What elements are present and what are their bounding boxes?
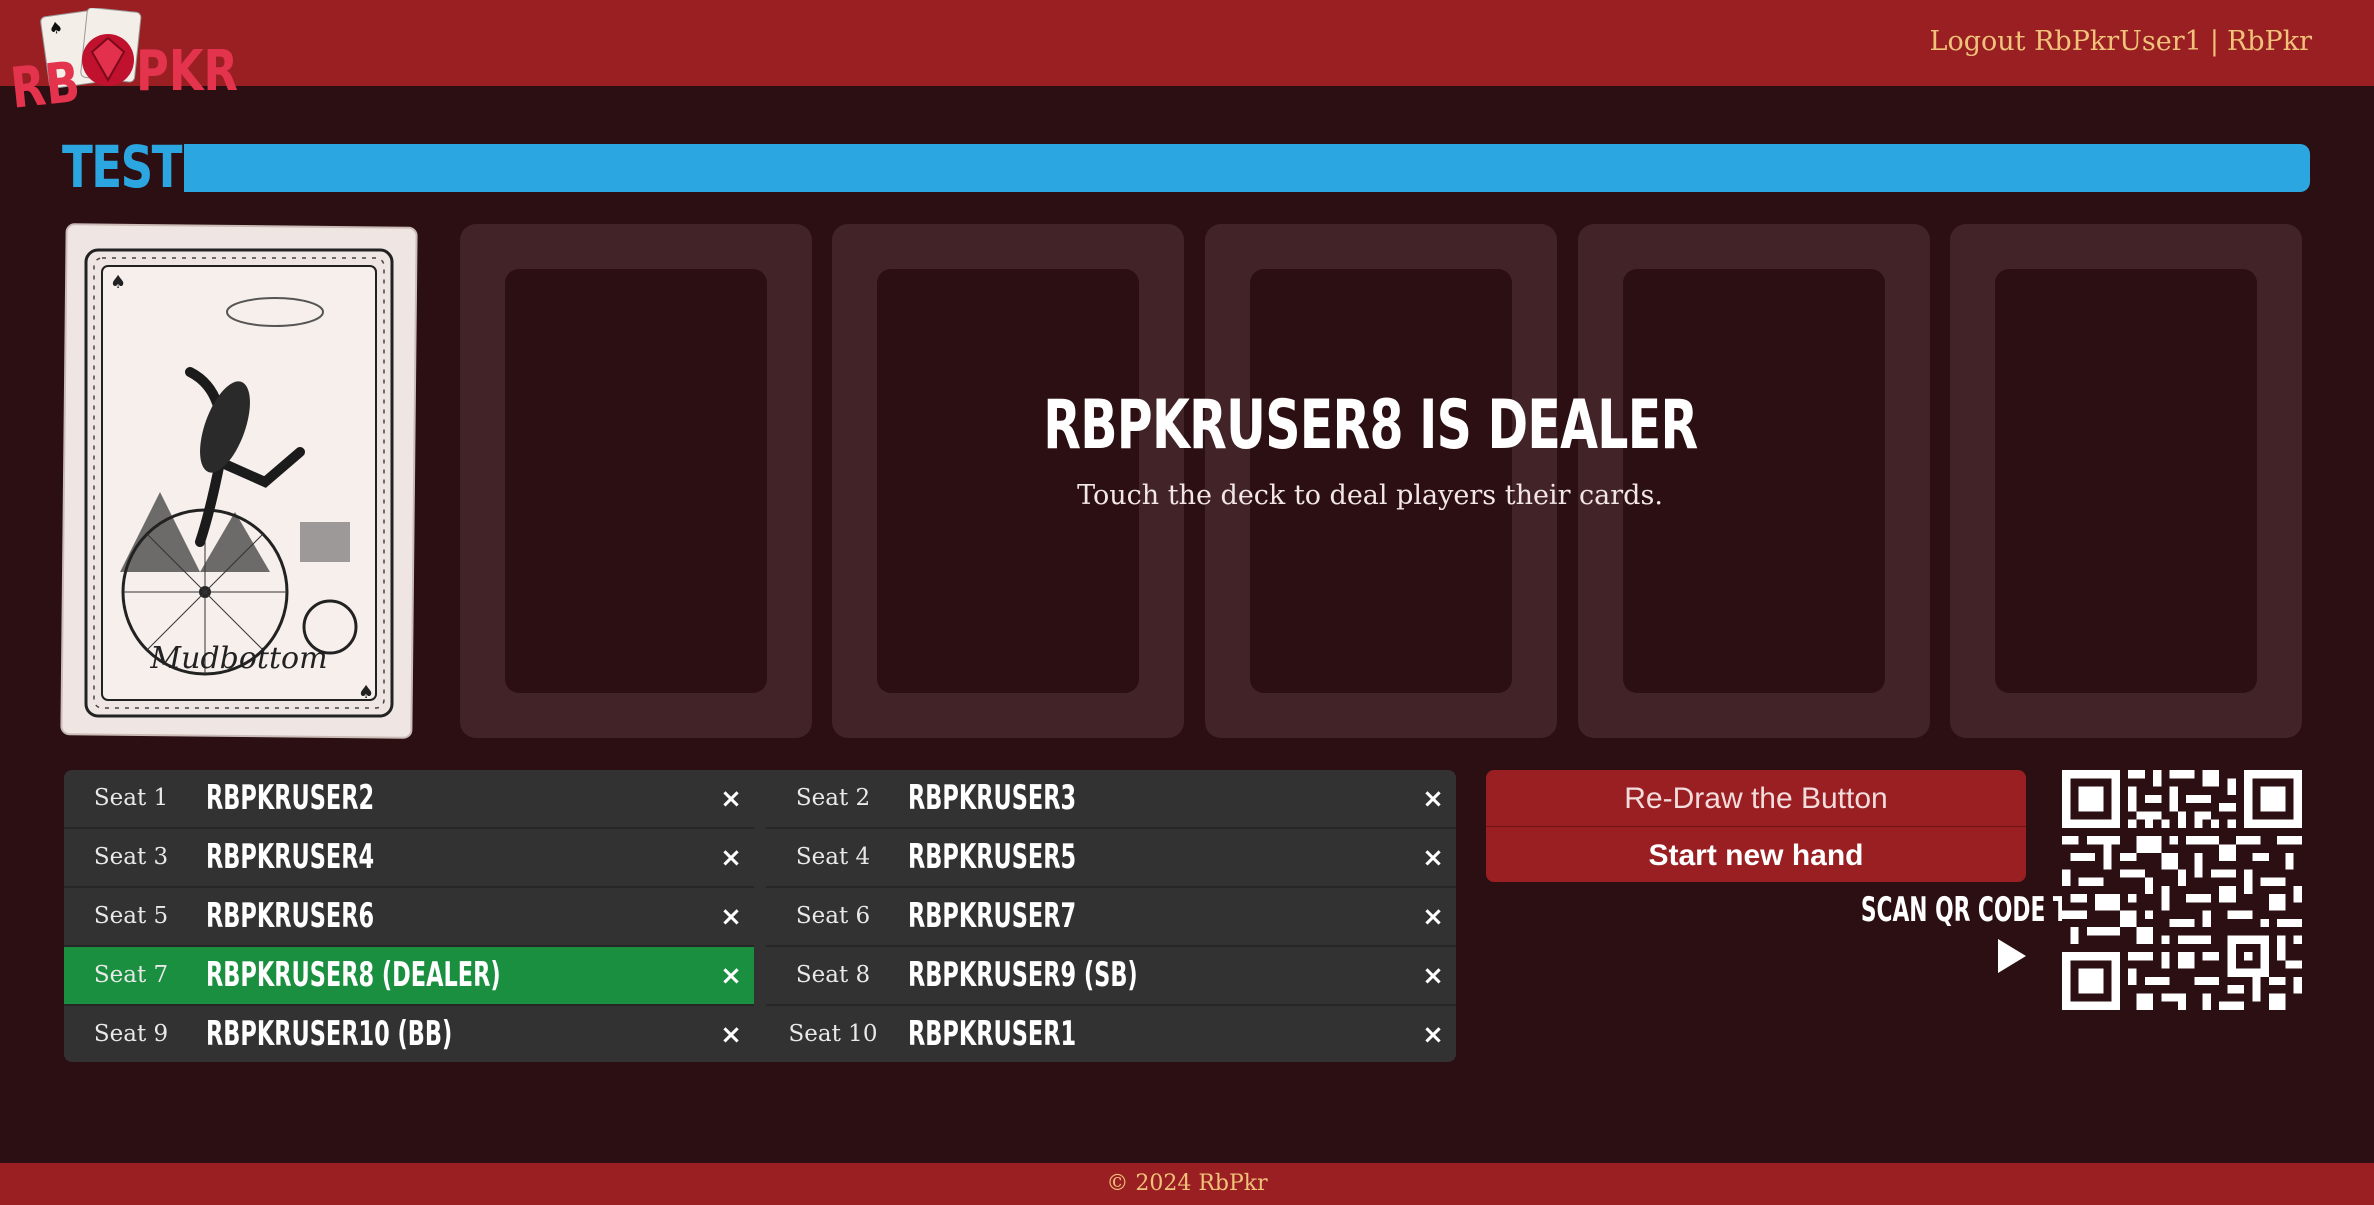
seat-list: Seat 1 RBPKRUSER2 × Seat 2 RBPKRUSER3 × …	[64, 770, 1456, 1062]
seat-row-1: Seat 1 RBPKRUSER2 ×	[64, 770, 754, 827]
join-qr-code	[2062, 770, 2302, 1010]
seat-row-6: Seat 6 RBPKRUSER7 ×	[766, 886, 1456, 945]
table-name: TEST	[62, 133, 183, 201]
dealer-message: RBPKRUSER8 IS DEALER Touch the deck to d…	[900, 386, 1840, 511]
seat-label: Seat 1	[93, 785, 169, 811]
title-bar	[184, 144, 2310, 192]
remove-player-icon[interactable]: ×	[718, 904, 744, 930]
seat-label: Seat 5	[93, 903, 169, 929]
deal-instruction: Touch the deck to deal players their car…	[1077, 480, 1663, 511]
seat-label: Seat 2	[795, 785, 871, 811]
header-bar: ♠ RB PKR Logout RbPkrUser1 | RbPkr	[0, 0, 2374, 118]
seat-label: Seat 4	[795, 844, 871, 870]
dealer-title: RBPKRUSER8 IS DEALER	[1042, 386, 1698, 465]
deck-caption: Mudbottom	[149, 641, 327, 676]
seat-label: Seat 10	[788, 1021, 878, 1047]
remove-player-icon[interactable]: ×	[718, 1022, 744, 1048]
seat-player-name: RBPKRUSER8 (DEALER)	[206, 955, 501, 995]
rbpkr-logo[interactable]: ♠ RB PKR	[8, 8, 238, 118]
card-slot-inner	[1995, 269, 2257, 693]
remove-player-icon[interactable]: ×	[1420, 904, 1446, 930]
seat-player-name: RBPKRUSER7	[908, 896, 1077, 936]
seat-row-3: Seat 3 RBPKRUSER4 ×	[64, 827, 754, 886]
seat-row-2: Seat 2 RBPKRUSER3 ×	[766, 770, 1456, 827]
seat-label: Seat 9	[93, 1021, 169, 1047]
seat-player-name: RBPKRUSER1	[908, 1014, 1077, 1054]
top-nav: Logout RbPkrUser1 | RbPkr	[1930, 26, 2312, 57]
scan-qr-label: SCAN QR CODE TO JOIN	[1700, 886, 2147, 973]
seat-label: Seat 7	[93, 962, 169, 988]
remove-player-icon[interactable]: ×	[718, 786, 744, 812]
svg-text:♠: ♠	[47, 17, 64, 38]
card-slot-inner	[505, 269, 767, 693]
remove-player-icon[interactable]: ×	[1420, 786, 1446, 812]
remove-player-icon[interactable]: ×	[1420, 1022, 1446, 1048]
logout-link[interactable]: Logout RbPkrUser1	[1930, 26, 2202, 57]
deck-card[interactable]: Mudbottom ♠ ♠	[60, 222, 418, 740]
seat-player-name: RBPKRUSER3	[908, 778, 1077, 818]
seat-row-8: Seat 8 RBPKRUSER9 (SB) ×	[766, 945, 1456, 1004]
table-title-row: TEST	[62, 138, 2312, 196]
seat-player-name: RBPKRUSER6	[206, 896, 375, 936]
seat-player-name: RBPKRUSER9 (SB)	[908, 955, 1138, 995]
card-slot-1	[460, 224, 812, 738]
svg-text:♠: ♠	[358, 682, 374, 703]
remove-player-icon[interactable]: ×	[718, 963, 744, 989]
redraw-button[interactable]: Re-Draw the Button	[1486, 770, 2026, 826]
seat-row-9: Seat 9 RBPKRUSER10 (BB) ×	[64, 1004, 754, 1062]
seat-player-name: RBPKRUSER2	[206, 778, 375, 818]
seat-row-4: Seat 4 RBPKRUSER5 ×	[766, 827, 1456, 886]
seat-label: Seat 8	[795, 962, 871, 988]
seat-row-10: Seat 10 RBPKRUSER1 ×	[766, 1004, 1456, 1062]
card-slot-5	[1950, 224, 2302, 738]
play-arrow-icon	[1998, 939, 2026, 973]
seat-player-name: RBPKRUSER4	[206, 837, 375, 877]
footer: © 2024 RbPkr	[0, 1163, 2374, 1205]
seat-row-7-dealer: Seat 7 RBPKRUSER8 (DEALER) ×	[64, 945, 754, 1004]
seat-label: Seat 6	[795, 903, 871, 929]
seat-label: Seat 3	[93, 844, 169, 870]
seat-row-5: Seat 5 RBPKRUSER6 ×	[64, 886, 754, 945]
nav-separator: |	[2209, 26, 2219, 57]
svg-text:RB: RB	[8, 49, 83, 118]
start-new-hand-button[interactable]: Start new hand	[1486, 826, 2026, 882]
remove-player-icon[interactable]: ×	[1420, 845, 1446, 871]
seat-player-name: RBPKRUSER10 (BB)	[206, 1014, 453, 1054]
remove-player-icon[interactable]: ×	[1420, 963, 1446, 989]
svg-text:PKR: PKR	[136, 38, 238, 103]
home-link[interactable]: RbPkr	[2227, 26, 2312, 57]
seat-player-name: RBPKRUSER5	[908, 837, 1077, 877]
svg-text:♠: ♠	[110, 272, 126, 293]
remove-player-icon[interactable]: ×	[718, 845, 744, 871]
